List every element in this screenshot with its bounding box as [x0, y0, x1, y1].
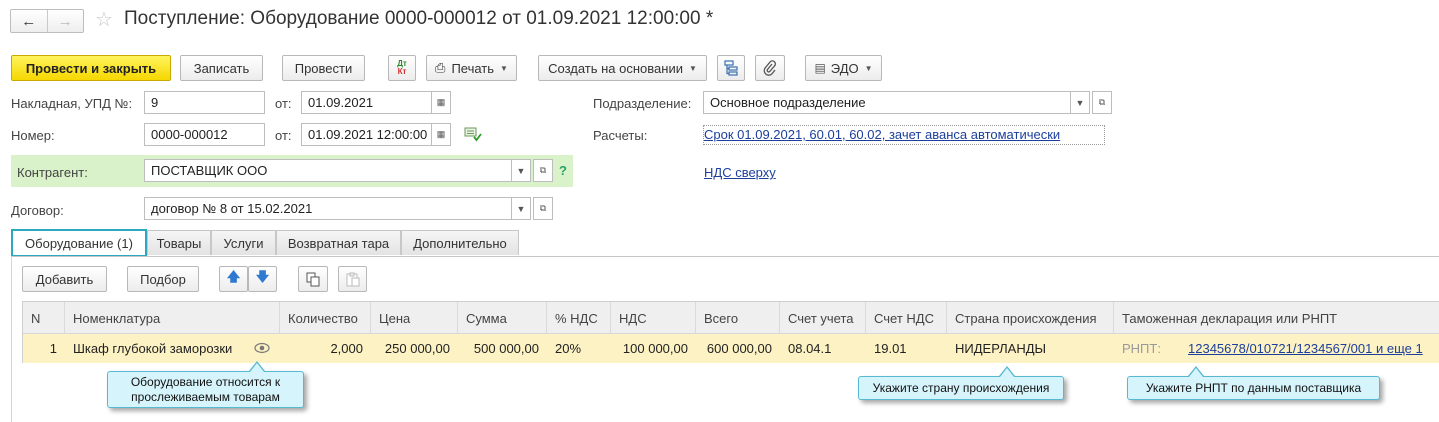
cell-item[interactable]: Шкаф глубокой заморозки [65, 334, 250, 363]
calendar-icon[interactable]: ▦ [431, 123, 451, 146]
contract-field[interactable]: договор № 8 от 15.02.2021 [144, 197, 512, 220]
paste-icon [346, 272, 359, 286]
arrow-up-icon: 🡅 [226, 269, 241, 284]
cell-account[interactable]: 08.04.1 [780, 334, 866, 363]
division-field[interactable]: Основное подразделение [703, 91, 1071, 114]
open-icon[interactable]: ⧉ [533, 197, 553, 220]
division-label: Подразделение: [593, 96, 692, 111]
rnpt-callout-text: Укажите РНПТ по данным поставщика [1145, 380, 1362, 395]
paperclip-icon [763, 60, 776, 76]
copy-button[interactable] [298, 266, 328, 292]
cell-sum[interactable]: 500 000,00 [458, 334, 547, 363]
number-date-field[interactable]: 01.09.2021 12:00:00 [301, 123, 432, 146]
traceable-callout-line1: Оборудование относится к [130, 374, 281, 389]
save-button[interactable]: Записать [180, 55, 263, 81]
back-button[interactable]: ← [11, 10, 48, 32]
traceable-callout-line2: прослеживаемым товарам [131, 389, 280, 404]
tab-returnable-packaging[interactable]: Возвратная тара [276, 230, 401, 255]
post-button[interactable]: Провести [282, 55, 365, 81]
contract-label: Договор: [11, 203, 64, 218]
column-header-qty[interactable]: Количество [280, 302, 371, 334]
open-icon[interactable]: ⧉ [533, 159, 553, 182]
chevron-down-icon[interactable]: ▼ [511, 197, 531, 220]
tab-services[interactable]: Услуги [211, 230, 276, 255]
tab-goods[interactable]: Товары [147, 230, 211, 255]
column-header-country[interactable]: Страна происхождения [947, 302, 1114, 334]
dt-kt-button[interactable]: Дт Кт [388, 55, 416, 81]
counterparty-label: Контрагент: [17, 165, 88, 180]
edo-icon: ▤ [814, 61, 826, 75]
chevron-down-icon[interactable]: ▼ [511, 159, 531, 182]
invoice-date-label: от: [275, 96, 292, 111]
cell-price[interactable]: 250 000,00 [371, 334, 458, 363]
pick-button[interactable]: Подбор [127, 266, 199, 292]
cell-rnpt-label: РНПТ: [1122, 341, 1161, 356]
country-callout: Укажите страну происхождения [858, 366, 1064, 400]
vat-on-top-link[interactable]: НДС сверху [704, 165, 776, 180]
tab-additional[interactable]: Дополнительно [401, 230, 519, 255]
dt-kt-icon: Дт Кт [397, 59, 407, 76]
document-check-icon[interactable] [464, 126, 482, 142]
invoice-date-field[interactable]: 01.09.2021 [301, 91, 432, 114]
column-header-n[interactable]: N [23, 302, 65, 334]
cell-qty[interactable]: 2,000 [280, 334, 371, 363]
copy-icon [306, 272, 320, 286]
column-header-price[interactable]: Цена [371, 302, 458, 334]
tab-equipment[interactable]: Оборудование (1) [11, 229, 147, 257]
paste-button[interactable] [338, 266, 367, 292]
create-based-on-button[interactable]: Создать на основании ▼ [538, 55, 707, 81]
country-callout-text: Укажите страну происхождения [872, 380, 1050, 395]
favorite-star-icon[interactable]: ☆ [95, 7, 113, 32]
help-icon[interactable]: ? [559, 163, 567, 178]
rnpt-callout: Укажите РНПТ по данным поставщика [1127, 366, 1380, 400]
chevron-down-icon: ▼ [688, 63, 697, 73]
number-label: Номер: [11, 128, 55, 143]
structure-button[interactable] [717, 55, 745, 81]
add-button[interactable]: Добавить [22, 266, 107, 292]
print-button[interactable]: ⎙ Печать ▼ [426, 55, 517, 81]
edo-button[interactable]: ▤ ЭДО ▼ [805, 55, 882, 81]
traceable-goods-callout: Оборудование относится к прослеживаемым … [107, 361, 304, 408]
cell-vat[interactable]: 100 000,00 [611, 334, 696, 363]
column-header-vat[interactable]: НДС [611, 302, 696, 334]
post-and-close-button[interactable]: Провести и закрыть [11, 55, 171, 81]
cell-country[interactable]: НИДЕРЛАНДЫ [947, 334, 1114, 363]
printer-icon: ⎙ [435, 60, 446, 75]
column-header-item[interactable]: Номенклатура [65, 302, 280, 334]
settlements-label: Расчеты: [593, 128, 648, 143]
cell-total[interactable]: 600 000,00 [696, 334, 780, 363]
column-header-vat-rate[interactable]: % НДС [547, 302, 611, 334]
number-field[interactable]: 0000-000012 [144, 123, 265, 146]
chevron-down-icon[interactable]: ▼ [1070, 91, 1090, 114]
open-icon[interactable]: ⧉ [1092, 91, 1112, 114]
forward-button[interactable]: → [48, 10, 84, 32]
traceable-goods-icon [254, 341, 270, 355]
column-header-vat-account[interactable]: Счет НДС [866, 302, 947, 334]
cell-vat-account[interactable]: 19.01 [866, 334, 947, 363]
column-header-rnpt[interactable]: Таможенная декларация или РНПТ [1114, 302, 1439, 334]
counterparty-field[interactable]: ПОСТАВЩИК ООО [144, 159, 512, 182]
column-header-account[interactable]: Счет учета [780, 302, 866, 334]
invoice-number-field[interactable]: 9 [144, 91, 265, 114]
structure-icon [724, 60, 738, 76]
column-header-total[interactable]: Всего [696, 302, 780, 334]
rnpt-link[interactable]: 12345678/010721/1234567/001 и еще 1 [1188, 341, 1423, 356]
invoice-label: Накладная, УПД №: [11, 96, 133, 111]
move-up-button[interactable]: 🡅 [219, 266, 248, 292]
attachment-button[interactable] [755, 55, 785, 81]
number-date-label: от: [275, 128, 292, 143]
arrow-down-icon: 🡇 [255, 269, 270, 284]
calendar-icon[interactable]: ▦ [431, 91, 451, 114]
cell-vat-rate[interactable]: 20% [547, 334, 611, 363]
column-header-sum[interactable]: Сумма [458, 302, 547, 334]
settlements-link[interactable]: Срок 01.09.2021, 60.01, 60.02, зачет ава… [703, 125, 1105, 145]
cell-n: 1 [49, 341, 57, 356]
chevron-down-icon: ▼ [864, 63, 873, 73]
move-down-button[interactable]: 🡇 [248, 266, 277, 292]
page-title: Поступление: Оборудование 0000-000012 от… [124, 8, 714, 29]
nav-back-forward: ← → [10, 9, 84, 33]
chevron-down-icon: ▼ [500, 63, 508, 73]
